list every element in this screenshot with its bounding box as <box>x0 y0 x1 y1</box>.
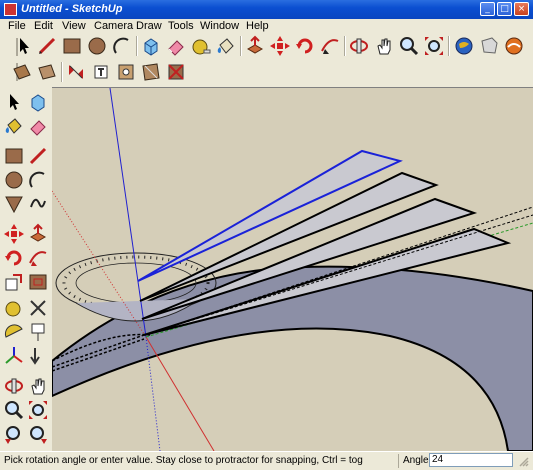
line-icon[interactable] <box>27 145 49 167</box>
circle-icon[interactable] <box>86 35 108 57</box>
move-icon[interactable] <box>269 35 291 57</box>
circle-icon[interactable] <box>3 169 25 191</box>
zoom-extents-icon[interactable] <box>423 35 445 57</box>
resize-grip-icon[interactable] <box>517 455 529 467</box>
section-toolbar <box>0 59 533 86</box>
previous-view-icon[interactable] <box>3 423 25 445</box>
follow-me-icon[interactable] <box>27 247 49 269</box>
text-icon[interactable] <box>90 61 112 83</box>
zoom-window-icon[interactable] <box>27 399 49 421</box>
text-icon[interactable] <box>27 321 49 343</box>
maximize-button[interactable]: □ <box>497 2 512 16</box>
freehand-icon[interactable] <box>27 193 49 215</box>
3d-text-icon[interactable] <box>140 61 162 83</box>
tape-measure-icon[interactable] <box>3 297 25 319</box>
menu-edit[interactable]: Edit <box>34 20 53 32</box>
zoom-icon[interactable] <box>398 35 420 57</box>
move-icon[interactable] <box>3 223 25 245</box>
rotate-icon[interactable] <box>3 247 25 269</box>
menu-window[interactable]: Window <box>200 20 239 32</box>
red-axis-dotted <box>52 190 147 338</box>
zoom-icon[interactable] <box>3 399 25 421</box>
rectangle-icon[interactable] <box>3 145 25 167</box>
tape-measure-icon[interactable] <box>190 35 212 57</box>
minimize-button[interactable]: _ <box>480 2 495 16</box>
protractor-icon[interactable] <box>3 321 25 343</box>
toolbar-grip[interactable] <box>6 36 18 58</box>
rectangle-icon[interactable] <box>61 35 83 57</box>
section-plane-icon[interactable] <box>11 61 33 83</box>
dimension-icon[interactable] <box>65 61 87 83</box>
paint-icon[interactable] <box>165 61 187 83</box>
menu-tools[interactable]: Tools <box>168 20 194 32</box>
axes-icon[interactable] <box>115 61 137 83</box>
make-component-icon[interactable] <box>27 91 49 113</box>
select-icon[interactable] <box>3 91 25 113</box>
push-pull-icon[interactable] <box>27 223 49 245</box>
pan-icon[interactable] <box>27 375 49 397</box>
3d-text-icon[interactable] <box>27 345 49 367</box>
section-cut-icon[interactable] <box>36 61 58 83</box>
menu-draw[interactable]: Draw <box>136 20 162 32</box>
measurements-label: Angle <box>403 455 429 466</box>
orbit-icon[interactable] <box>348 35 370 57</box>
toolbar-separator <box>240 36 242 56</box>
dimension-icon[interactable] <box>27 297 49 319</box>
make-component-icon[interactable] <box>140 35 162 57</box>
polygon-icon[interactable] <box>3 193 25 215</box>
toolbar-separator <box>448 36 450 56</box>
drawing-area[interactable] <box>52 87 533 451</box>
title-bar[interactable]: Untitled - SketchUp _ □ × <box>0 0 533 19</box>
eraser-icon[interactable] <box>27 115 49 137</box>
menu-bar: File Edit View Camera Draw Tools Window … <box>0 19 533 34</box>
fin-selected[interactable] <box>137 149 403 282</box>
share-model-icon[interactable] <box>478 35 500 57</box>
follow-me-icon[interactable] <box>319 35 341 57</box>
scale-icon[interactable] <box>3 271 25 293</box>
status-message: Pick rotation angle or enter value. Stay… <box>4 455 363 466</box>
status-separator <box>398 454 399 468</box>
arc-icon[interactable] <box>27 169 49 191</box>
axes-icon[interactable] <box>3 345 25 367</box>
eraser-icon[interactable] <box>165 35 187 57</box>
paint-bucket-icon[interactable] <box>3 115 25 137</box>
red-axis <box>145 336 215 451</box>
select-icon[interactable] <box>13 35 35 57</box>
next-view-icon[interactable] <box>27 423 49 445</box>
arc-icon[interactable] <box>111 35 133 57</box>
components-icon[interactable] <box>503 35 525 57</box>
model-scene <box>52 88 533 451</box>
get-models-icon[interactable] <box>453 35 475 57</box>
toolbar-separator <box>136 36 138 56</box>
line-icon[interactable] <box>36 35 58 57</box>
status-bar: Pick rotation angle or enter value. Stay… <box>0 451 533 470</box>
pan-icon[interactable] <box>373 35 395 57</box>
toolbar-separator <box>344 36 346 56</box>
offset-icon[interactable] <box>27 271 49 293</box>
sketchup-window: Untitled - SketchUp _ □ × File Edit View… <box>0 0 533 470</box>
toolbar-grip[interactable] <box>6 61 18 83</box>
sketchup-app-icon[interactable] <box>4 3 17 16</box>
large-tool-set <box>0 87 52 450</box>
menu-file[interactable]: File <box>8 20 26 32</box>
toolbar-separator <box>61 62 63 82</box>
close-button[interactable]: × <box>514 2 529 16</box>
window-title: Untitled - SketchUp <box>21 3 123 15</box>
rotate-icon[interactable] <box>294 35 316 57</box>
menu-view[interactable]: View <box>62 20 86 32</box>
orbit-icon[interactable] <box>3 375 25 397</box>
push-pull-icon[interactable] <box>244 35 266 57</box>
standard-toolbar <box>0 34 533 59</box>
measurements-input[interactable]: 24 <box>429 453 513 467</box>
menu-camera[interactable]: Camera <box>94 20 133 32</box>
menu-help[interactable]: Help <box>246 20 269 32</box>
paint-bucket-icon[interactable] <box>215 35 237 57</box>
